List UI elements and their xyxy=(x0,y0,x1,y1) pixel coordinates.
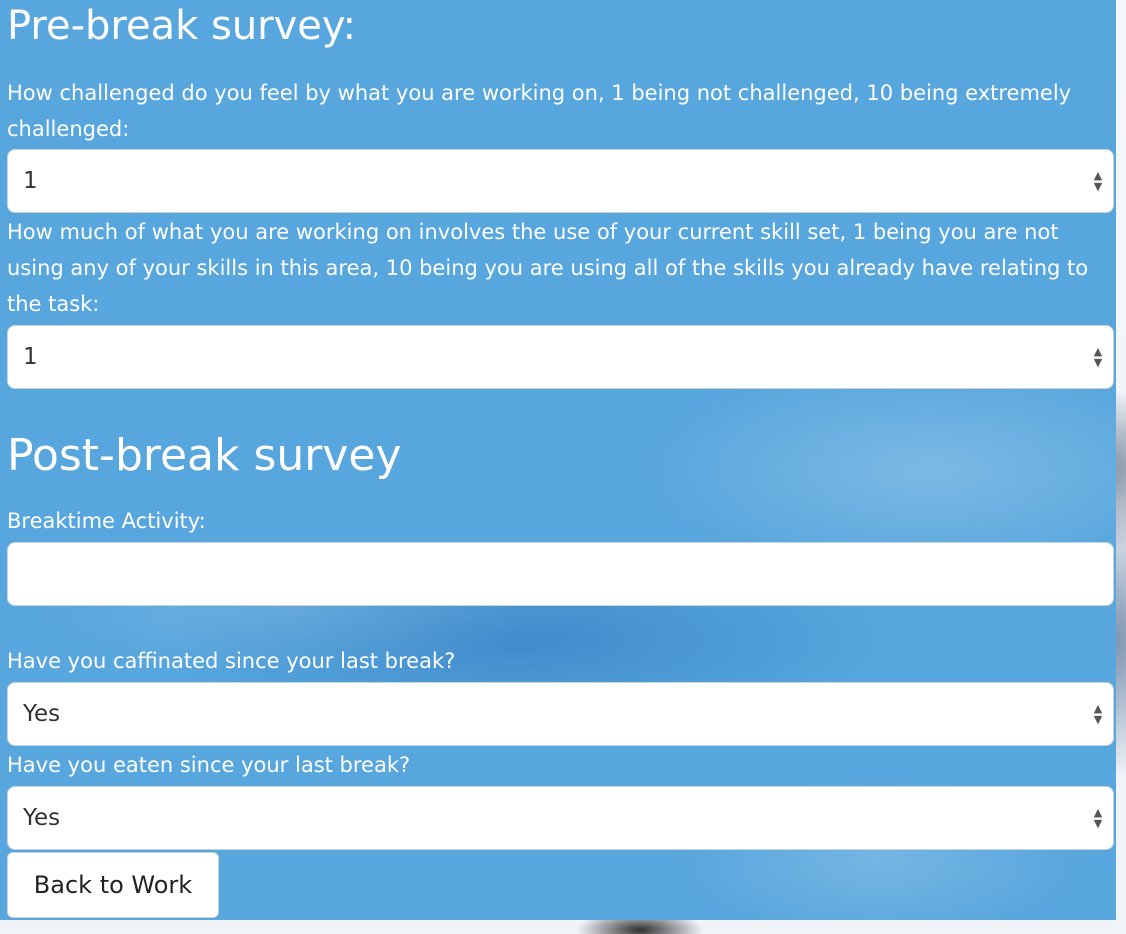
select-caret-icon: ▲ ▼ xyxy=(1093,702,1103,726)
select-caret-icon: ▲ ▼ xyxy=(1093,806,1103,830)
challenge-level-select[interactable]: 1 ▲ ▼ xyxy=(7,149,1114,213)
eaten-value: Yes xyxy=(23,805,61,831)
eaten-select[interactable]: Yes ▲ ▼ xyxy=(7,786,1114,850)
caffeine-question-label: Have you caffinated since your last brea… xyxy=(7,649,456,673)
survey-panel: Pre-break survey: How challenged do you … xyxy=(0,0,1116,920)
caffeine-value: Yes xyxy=(23,701,61,727)
breaktime-activity-input[interactable] xyxy=(7,542,1114,606)
skill-level-select[interactable]: 1 ▲ ▼ xyxy=(7,325,1114,389)
select-caret-icon: ▲ ▼ xyxy=(1093,169,1103,193)
breaktime-activity-label: Breaktime Activity: xyxy=(7,509,206,533)
challenge-level-value: 1 xyxy=(23,168,38,194)
skill-level-value: 1 xyxy=(23,344,38,370)
post-break-title: Post-break survey xyxy=(7,430,402,481)
skill-question-label: How much of what you are working on invo… xyxy=(7,220,1089,316)
pre-break-title: Pre-break survey: xyxy=(7,3,357,49)
challenge-question-label: How challenged do you feel by what you a… xyxy=(7,81,1072,141)
eaten-question-label: Have you eaten since your last break? xyxy=(7,753,411,777)
back-to-work-button[interactable]: Back to Work xyxy=(7,852,219,918)
select-caret-icon: ▲ ▼ xyxy=(1093,345,1103,369)
caffeine-select[interactable]: Yes ▲ ▼ xyxy=(7,682,1114,746)
